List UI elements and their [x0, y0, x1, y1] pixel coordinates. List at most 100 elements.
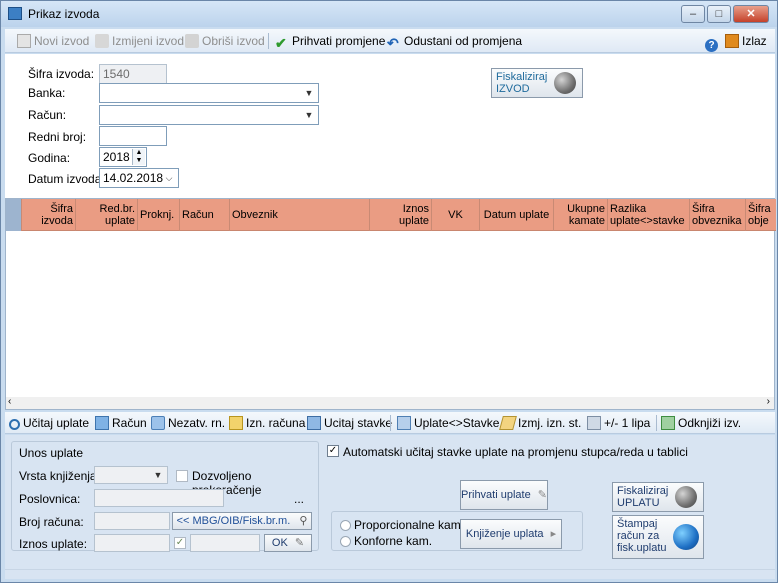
row-selector-header	[6, 199, 22, 231]
odknjizi-izvod-button[interactable]: Odknjiži izv.	[661, 415, 741, 431]
col-racun[interactable]: Račun	[180, 199, 230, 231]
odknjizi-label: Odknjiži izv.	[678, 416, 742, 430]
col-sifra-izvoda[interactable]: Šifra izvoda	[22, 199, 76, 231]
racun-label: Račun:	[28, 108, 67, 122]
stampaj-racun-button[interactable]: Štampaj račun za fisk.uplatu	[612, 515, 704, 559]
redni-broj-input[interactable]	[99, 126, 167, 146]
poslovnica-input[interactable]	[94, 489, 224, 507]
fiskal-ball-icon	[675, 486, 697, 508]
vrsta-knjizenja-select[interactable]: ▼	[94, 466, 168, 484]
scroll-right-icon[interactable]: ›	[767, 396, 770, 407]
delete-statement-button[interactable]: Obriši izvod	[185, 33, 265, 49]
ucitaj-uplate-button[interactable]: Učitaj uplate	[9, 415, 89, 431]
grid-header: Šifra izvoda Red.br. uplate Proknj. Raču…	[6, 199, 776, 231]
sifra-input[interactable]: 1540	[99, 64, 167, 84]
godina-value: 2018	[103, 150, 130, 164]
ucitaj-stavke-button[interactable]: Ucitaj stavke	[307, 415, 392, 431]
poslovnica-ellipsis[interactable]: ...	[294, 492, 304, 506]
iznos-racuna-button[interactable]: Izn. računa	[229, 415, 305, 431]
exit-button[interactable]: Izlaz	[725, 33, 767, 49]
col-iznos-uplate[interactable]: Iznos uplate	[370, 199, 432, 231]
knjizenje-uplata-button[interactable]: Knjiženje uplata ▸	[460, 519, 562, 549]
fiskaliziraj-izvod-button[interactable]: Fiskaliziraj IZVOD	[491, 68, 583, 98]
auto-ucitaj-checkbox[interactable]: ✓	[327, 445, 339, 457]
konforne-radio[interactable]	[340, 536, 351, 547]
racun-btn-label: Račun	[112, 416, 147, 430]
banka-select[interactable]: ▼	[99, 83, 319, 103]
help-icon: ?	[705, 39, 718, 52]
auto-ucitaj-label: Automatski učitaj stavke uplate na promj…	[343, 445, 688, 459]
datum-label: Datum izvoda:	[28, 172, 105, 186]
broj-racuna-input[interactable]	[94, 512, 170, 530]
uplate-stavke-button[interactable]: Uplate<>Stavke	[397, 415, 499, 431]
banka-label: Banka:	[28, 86, 66, 100]
nezatv-label: Nezatv. rn.	[168, 416, 226, 430]
open-invoices-icon	[151, 416, 165, 430]
ucitaj-stavke-label: Ucitaj stavke	[324, 416, 393, 430]
toolbar-separator	[656, 415, 657, 431]
window-title: Prikaz izvoda	[28, 7, 100, 21]
proporcionalne-radio[interactable]	[340, 520, 351, 531]
load-items-icon	[307, 416, 321, 430]
dozvoljeno-checkbox[interactable]	[176, 470, 188, 482]
uplate-stavke-label: Uplate<>Stavke	[414, 416, 500, 430]
new-document-icon	[17, 34, 31, 48]
fiskal-ball-icon	[554, 72, 576, 94]
post-icon: ▸	[550, 528, 557, 540]
amount-icon	[229, 416, 243, 430]
edit-statement-button[interactable]: Izmijeni izvod	[95, 33, 184, 49]
plus-minus-lipa-button[interactable]: +/- 1 lipa	[587, 415, 650, 431]
app-icon	[8, 7, 22, 20]
izmijeni-iznos-stavke-button[interactable]: Izmj. izn. st.	[499, 415, 581, 431]
binoculars-icon: ⚲	[299, 515, 308, 527]
main-toolbar: Novi izvod Izmijeni izvod Obriši izvod ✔…	[5, 29, 775, 53]
close-button[interactable]: ✕	[733, 5, 769, 23]
new-statement-button[interactable]: Novi izvod	[17, 33, 89, 49]
cancel-changes-button[interactable]: ↶ Odustani od promjena	[387, 33, 522, 51]
col-proknj[interactable]: Proknj.	[138, 199, 180, 231]
help-button[interactable]: ?	[705, 33, 721, 52]
godina-stepper[interactable]: 2018 ▲ ▼	[99, 147, 147, 167]
racun-button[interactable]: Račun	[95, 415, 147, 431]
col-sifra-obje[interactable]: Šifra obje	[746, 199, 776, 231]
minimize-button[interactable]: –	[681, 5, 705, 23]
nezatvoreni-racuni-button[interactable]: Nezatv. rn.	[151, 415, 225, 431]
delete-icon	[185, 34, 199, 48]
col-obveznik[interactable]: Obveznik	[230, 199, 370, 231]
godina-label: Godina:	[28, 151, 71, 165]
chevron-down-icon: ▼	[153, 470, 163, 480]
col-ukupne-kamate[interactable]: Ukupne kamate	[554, 199, 608, 231]
eraser-icon	[587, 416, 601, 430]
compare-icon	[397, 416, 411, 430]
col-vk[interactable]: VK	[432, 199, 480, 231]
iznos-checkbox[interactable]: ✓	[174, 537, 186, 549]
racun-select[interactable]: ▼	[99, 105, 319, 125]
redni-broj-label: Redni broj:	[28, 130, 87, 144]
col-datum-uplate[interactable]: Datum uplate	[480, 199, 554, 231]
app-window: Prikaz izvoda – □ ✕ Novi izvod Izmijeni …	[0, 0, 778, 583]
ok-button[interactable]: OK ✎	[264, 534, 312, 552]
datum-picker[interactable]: 14.02.2018 ⌵	[99, 168, 179, 188]
mbg-oib-button[interactable]: << MBG/OIB/Fisk.br.m. ⚲	[172, 512, 312, 530]
iznos-extra-input[interactable]	[190, 534, 260, 552]
ok-label: OK	[271, 537, 288, 549]
accept-changes-button[interactable]: ✔ Prihvati promjene	[275, 33, 385, 50]
exit-door-icon	[725, 34, 739, 48]
konforne-label: Konforne kam.	[354, 534, 433, 548]
horizontal-scrollbar[interactable]: ‹ ›	[6, 396, 774, 409]
col-red-br-uplate[interactable]: Red.br. uplate	[76, 199, 138, 231]
iznos-uplate-input[interactable]	[94, 534, 170, 552]
statement-grid[interactable]: Šifra izvoda Red.br. uplate Proknj. Raču…	[5, 198, 776, 410]
prihvati-uplate-button[interactable]: Prihvati uplate ✎	[460, 480, 548, 510]
statement-form: Šifra izvoda: 1540 Banka: ▼ Račun: ▼ Red…	[5, 54, 775, 198]
col-sifra-obveznika[interactable]: Šifra obveznika	[690, 199, 746, 231]
vrsta-knjizenja-label: Vrsta knjiženja:	[19, 469, 100, 483]
fiskaliziraj-uplatu-button[interactable]: Fiskaliziraj UPLATU	[612, 482, 704, 512]
scroll-left-icon[interactable]: ‹	[8, 396, 11, 407]
undo-icon: ↶	[387, 35, 399, 51]
spinner-arrows-icon[interactable]: ▲ ▼	[132, 149, 145, 165]
izn-racuna-label: Izn. računa	[246, 416, 306, 430]
maximize-button[interactable]: □	[707, 5, 731, 23]
col-razlika[interactable]: Razlika uplate<>stavke	[608, 199, 690, 231]
delete-statement-label: Obriši izvod	[202, 34, 265, 48]
